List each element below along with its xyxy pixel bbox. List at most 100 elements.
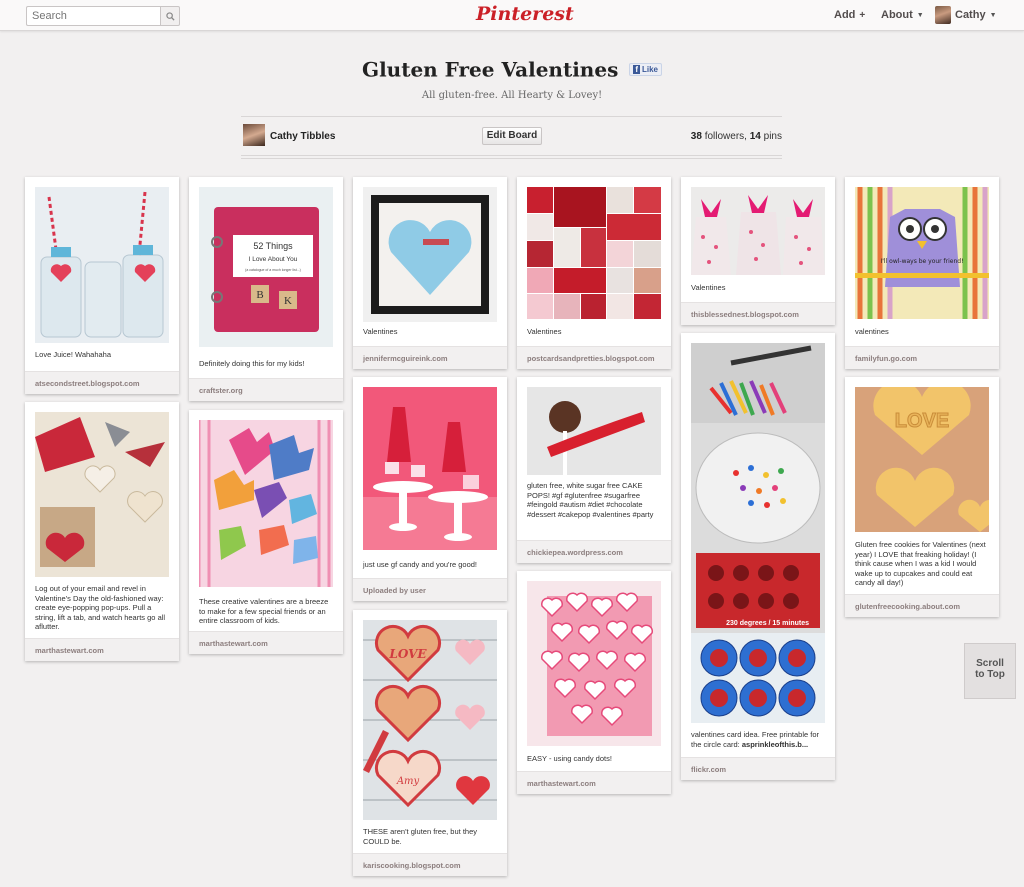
pins-label: pins <box>763 131 782 142</box>
pin-image-shortbread-hearts[interactable]: LOVE <box>855 387 989 532</box>
followers-count[interactable]: 38 <box>691 131 702 142</box>
scroll-to-top-line2: to Top <box>975 669 1005 680</box>
search-box <box>26 6 180 26</box>
pin-description: Definitely doing this for my kids! <box>199 359 305 368</box>
pin-card[interactable]: just use gf candy and you're good! Uploa… <box>353 377 507 601</box>
board-title: Gluten Free Valentines f Like <box>0 56 1024 82</box>
pin-description: Log out of your email and revel in Valen… <box>35 584 166 631</box>
edit-board-button[interactable]: Edit Board <box>482 127 542 145</box>
search-button[interactable] <box>160 6 180 26</box>
pin-description: Love Juice! Wahahaha <box>35 350 112 359</box>
tile-b-text: B <box>256 289 263 301</box>
pin-card[interactable]: Log out of your email and revel in Valen… <box>25 402 179 661</box>
owner-avatar[interactable] <box>243 124 265 146</box>
pin-card[interactable]: Valentines thisblessednest.blogspot.com <box>681 177 835 325</box>
pin-image-water-bottles[interactable] <box>35 187 169 343</box>
owl-card-text: I'll owl-ways be your friend! <box>881 258 964 265</box>
pin-source[interactable]: kariscooking.blogspot.com <box>353 853 507 876</box>
pin-image-heart-cookies[interactable]: LOVE Amy <box>363 620 497 820</box>
book-title-text: 52 Things <box>253 241 293 251</box>
followers-label[interactable]: followers, <box>705 131 747 142</box>
cookie-amy-text: Amy <box>396 776 420 787</box>
pin-description: Valentines <box>527 327 562 336</box>
pin-image-crayon-hearts[interactable]: 230 degrees / 15 minutes <box>691 343 825 723</box>
user-menu[interactable]: Cathy ▼ <box>935 6 997 24</box>
pin-source[interactable]: Uploaded by user <box>353 578 507 601</box>
pin-image-owl-card[interactable]: I'll owl-ways be your friend! <box>855 187 989 319</box>
pin-source[interactable]: atsecondstreet.blogspot.com <box>25 371 179 394</box>
pin-card[interactable]: Valentines jennifermcguireink.com <box>353 177 507 369</box>
chevron-down-icon: ▼ <box>916 11 924 19</box>
scroll-to-top-button[interactable]: Scroll to Top <box>964 643 1016 699</box>
pin-source[interactable]: marthastewart.com <box>25 638 179 661</box>
pin-description: Valentines <box>691 283 726 292</box>
pin-image-popup-cards[interactable] <box>35 412 169 577</box>
pin-source[interactable]: craftster.org <box>189 378 343 401</box>
plus-icon: + <box>859 9 866 21</box>
pin-source[interactable]: jennifermcguireink.com <box>353 346 507 369</box>
facebook-icon: f <box>633 65 640 74</box>
owner-name[interactable]: Cathy Tibbles <box>270 131 335 142</box>
pin-image-52-things-book[interactable]: 52 Things I Love About You (a catalogue … <box>199 187 333 347</box>
pin-card[interactable]: gluten free, white sugar free CAKE POPS!… <box>517 377 671 563</box>
pin-image-heart-frame[interactable] <box>363 187 497 322</box>
pins-count: 14 <box>749 131 761 142</box>
pin-image-treat-bags[interactable] <box>691 187 825 275</box>
board-meta-bar: Cathy Tibbles Edit Board 38 followers, 1… <box>241 116 782 159</box>
pin-card[interactable]: Valentines postcardsandpretties.blogspot… <box>517 177 671 369</box>
book-subtitle-text: I Love About You <box>249 256 298 263</box>
pin-description: THESE aren't gluten free, but they COULD… <box>363 827 477 846</box>
pin-card[interactable]: EASY - using candy dots! marthastewart.c… <box>517 571 671 794</box>
board-description: All gluten-free. All Hearty & Lovey! <box>421 90 603 101</box>
top-nav-bar: Pinterest Add + About ▼ Cathy ▼ <box>0 0 1024 31</box>
search-input[interactable] <box>26 6 160 26</box>
pin-source[interactable]: marthastewart.com <box>189 631 343 654</box>
pin-image-hand-valentines[interactable] <box>199 420 333 587</box>
pin-source[interactable]: postcardsandpretties.blogspot.com <box>517 346 671 369</box>
pin-description: Valentines <box>363 327 398 336</box>
cookie-love-text: LOVE <box>388 647 427 661</box>
pin-card[interactable]: LOVE Amy THESE aren't gluten free, but t… <box>353 610 507 876</box>
about-menu[interactable]: About ▼ <box>881 9 924 21</box>
scroll-to-top-line1: Scroll <box>976 658 1004 669</box>
about-label: About <box>881 9 913 21</box>
like-label: Like <box>641 65 658 74</box>
pinterest-logo[interactable]: Pinterest <box>476 3 574 27</box>
pin-card[interactable]: These creative valentines are a breeze t… <box>189 410 343 654</box>
pin-description: EASY - using candy dots! <box>527 754 612 763</box>
pin-card[interactable]: 52 Things I Love About You (a catalogue … <box>189 177 343 401</box>
add-label: Add <box>834 9 856 21</box>
user-name: Cathy <box>955 9 986 21</box>
pin-description-link[interactable]: asprinkleofthis.b... <box>742 740 808 749</box>
pin-image-cupcake-stands[interactable] <box>363 387 497 550</box>
crayon-caption-text: 230 degrees / 15 minutes <box>726 620 809 627</box>
pin-card[interactable]: 230 degrees / 15 minutes valentines card… <box>681 333 835 780</box>
add-menu[interactable]: Add + <box>834 9 865 21</box>
pin-description: valentines card idea. Free printable for… <box>691 730 825 749</box>
pin-source[interactable]: flickr.com <box>681 757 835 780</box>
pin-description: gluten free, white sugar free CAKE POPS!… <box>527 481 654 519</box>
pin-source[interactable]: chickiepea.wordpress.com <box>517 540 671 563</box>
board-stats: 38 followers, 14 pins <box>691 131 782 142</box>
pin-description: Gluten free cookies for Valentines (next… <box>855 540 986 587</box>
pin-description: valentines <box>855 327 889 336</box>
book-caption-text: (a catalogue of a much longer list...) <box>245 268 301 272</box>
pin-card[interactable]: I'll owl-ways be your friend! valentines… <box>845 177 999 369</box>
pin-description: just use gf candy and you're good! <box>363 560 478 569</box>
pin-source[interactable]: marthastewart.com <box>517 771 671 794</box>
pin-image-candy-dot-hearts[interactable] <box>527 581 661 746</box>
pin-image-cake-pop[interactable] <box>527 387 661 475</box>
avatar <box>935 6 951 24</box>
board-title-text: Gluten Free Valentines <box>361 57 619 82</box>
pin-source[interactable]: thisblessednest.blogspot.com <box>681 302 835 325</box>
pin-source[interactable]: familyfun.go.com <box>845 346 999 369</box>
shortbread-love-text: LOVE <box>895 410 949 432</box>
pin-description: These creative valentines are a breeze t… <box>199 597 329 625</box>
pin-image-red-collage[interactable] <box>527 187 661 319</box>
facebook-like-button[interactable]: f Like <box>629 63 662 76</box>
pin-card[interactable]: Love Juice! Wahahaha atsecondstreet.blog… <box>25 177 179 394</box>
pin-card[interactable]: LOVE Gluten free cookies for Valentines … <box>845 377 999 617</box>
chevron-down-icon: ▼ <box>989 11 997 19</box>
search-icon <box>165 11 175 21</box>
pin-source[interactable]: glutenfreecooking.about.com <box>845 594 999 617</box>
